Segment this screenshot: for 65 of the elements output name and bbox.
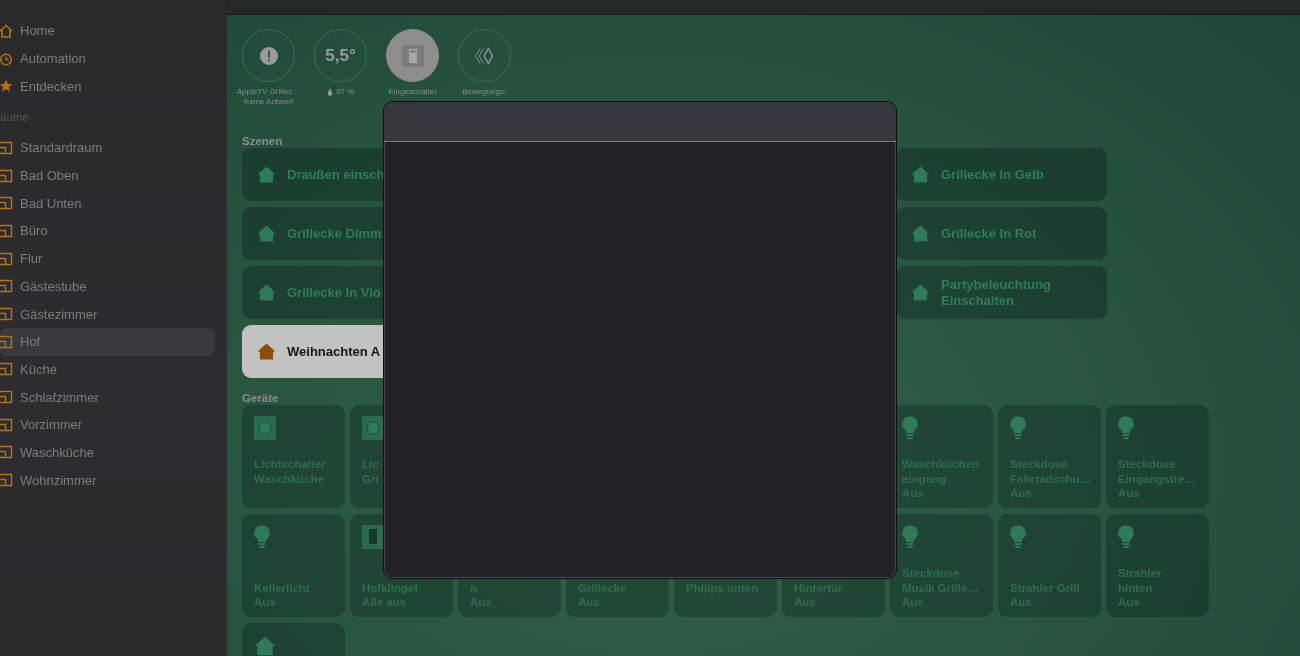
room-icon: [0, 334, 13, 349]
bulb-icon: [1010, 525, 1026, 549]
room-icon: [0, 140, 13, 155]
house-icon: [911, 225, 930, 242]
room-icon: [0, 362, 13, 377]
accessory-button[interactable]: [386, 29, 439, 82]
room-icon: [0, 223, 13, 238]
star-icon: [0, 79, 13, 94]
room-item[interactable]: Küche: [0, 355, 215, 384]
room-icon: [0, 390, 13, 405]
room-item[interactable]: Hof: [0, 327, 215, 356]
room-icon: [0, 168, 13, 183]
warning-icon: [258, 45, 279, 66]
house-icon: [257, 225, 276, 242]
room-item[interactable]: Gästestube: [0, 272, 215, 301]
bulb-icon: [902, 525, 918, 549]
humidity-label: 97 %: [335, 87, 355, 97]
room-item[interactable]: Bad Oben: [0, 161, 215, 190]
accessory-label: AppleTV Grillec…: [236, 87, 301, 97]
room-icon: [0, 196, 13, 211]
motion-sensor-icon: [474, 45, 495, 66]
room-icon: [0, 307, 13, 322]
room-item[interactable]: Schlafzimmer: [0, 383, 215, 411]
sidebar-item[interactable]: Automation: [0, 44, 215, 73]
scene-tile[interactable]: Grillecke In Gelb: [896, 148, 1107, 201]
bulb-icon: [902, 416, 918, 440]
room-icon: [0, 251, 13, 266]
accessory-label: Keine Antwort: [243, 97, 294, 107]
clock-icon: [0, 51, 13, 66]
room-item[interactable]: Vorzimmer: [0, 410, 215, 439]
drop-icon: [326, 88, 333, 96]
sidebar-item[interactable]: Home: [0, 17, 215, 45]
room-item[interactable]: Waschküche: [0, 438, 215, 467]
room-icon: [0, 445, 13, 460]
bulb-icon: [1118, 416, 1134, 440]
room-item[interactable]: Standardraum: [0, 134, 215, 162]
switch-icon: [401, 44, 424, 67]
bulb-icon: [254, 525, 270, 549]
house-icon: [911, 166, 930, 183]
house-icon: [257, 284, 276, 301]
house-icon: [254, 634, 276, 656]
switch-icon: [362, 416, 384, 440]
section-title: Geräte: [242, 392, 279, 405]
accessory-label: Bewegungs-: [462, 87, 507, 97]
switch-icon: [254, 416, 276, 440]
scene-tile[interactable]: Partybeleuchtung Einschalten: [896, 266, 1107, 319]
bulb-icon: [1010, 416, 1026, 440]
room-item[interactable]: Bad Unten: [0, 189, 215, 218]
section-title: Szenen: [242, 135, 283, 148]
doorbell-icon: [362, 525, 384, 549]
room-item[interactable]: Gästezimmer: [0, 300, 215, 328]
home-icon: [0, 23, 13, 38]
room-icon: [0, 473, 13, 488]
accessory-label: Eingeschaltet: [388, 87, 437, 97]
house-icon: [257, 343, 276, 360]
house-icon: [257, 166, 276, 183]
house-icon: [911, 284, 930, 301]
room-item[interactable]: Flur: [0, 244, 215, 273]
room-item[interactable]: Büro: [0, 217, 215, 245]
room-icon: [0, 417, 13, 432]
scene-tile[interactable]: Grillecke In Rot: [896, 207, 1107, 260]
bulb-icon: [1118, 525, 1134, 549]
room-item[interactable]: Wohnzimmer: [0, 466, 215, 494]
sidebar-item[interactable]: Entdecken: [0, 72, 215, 101]
room-icon: [0, 279, 13, 294]
